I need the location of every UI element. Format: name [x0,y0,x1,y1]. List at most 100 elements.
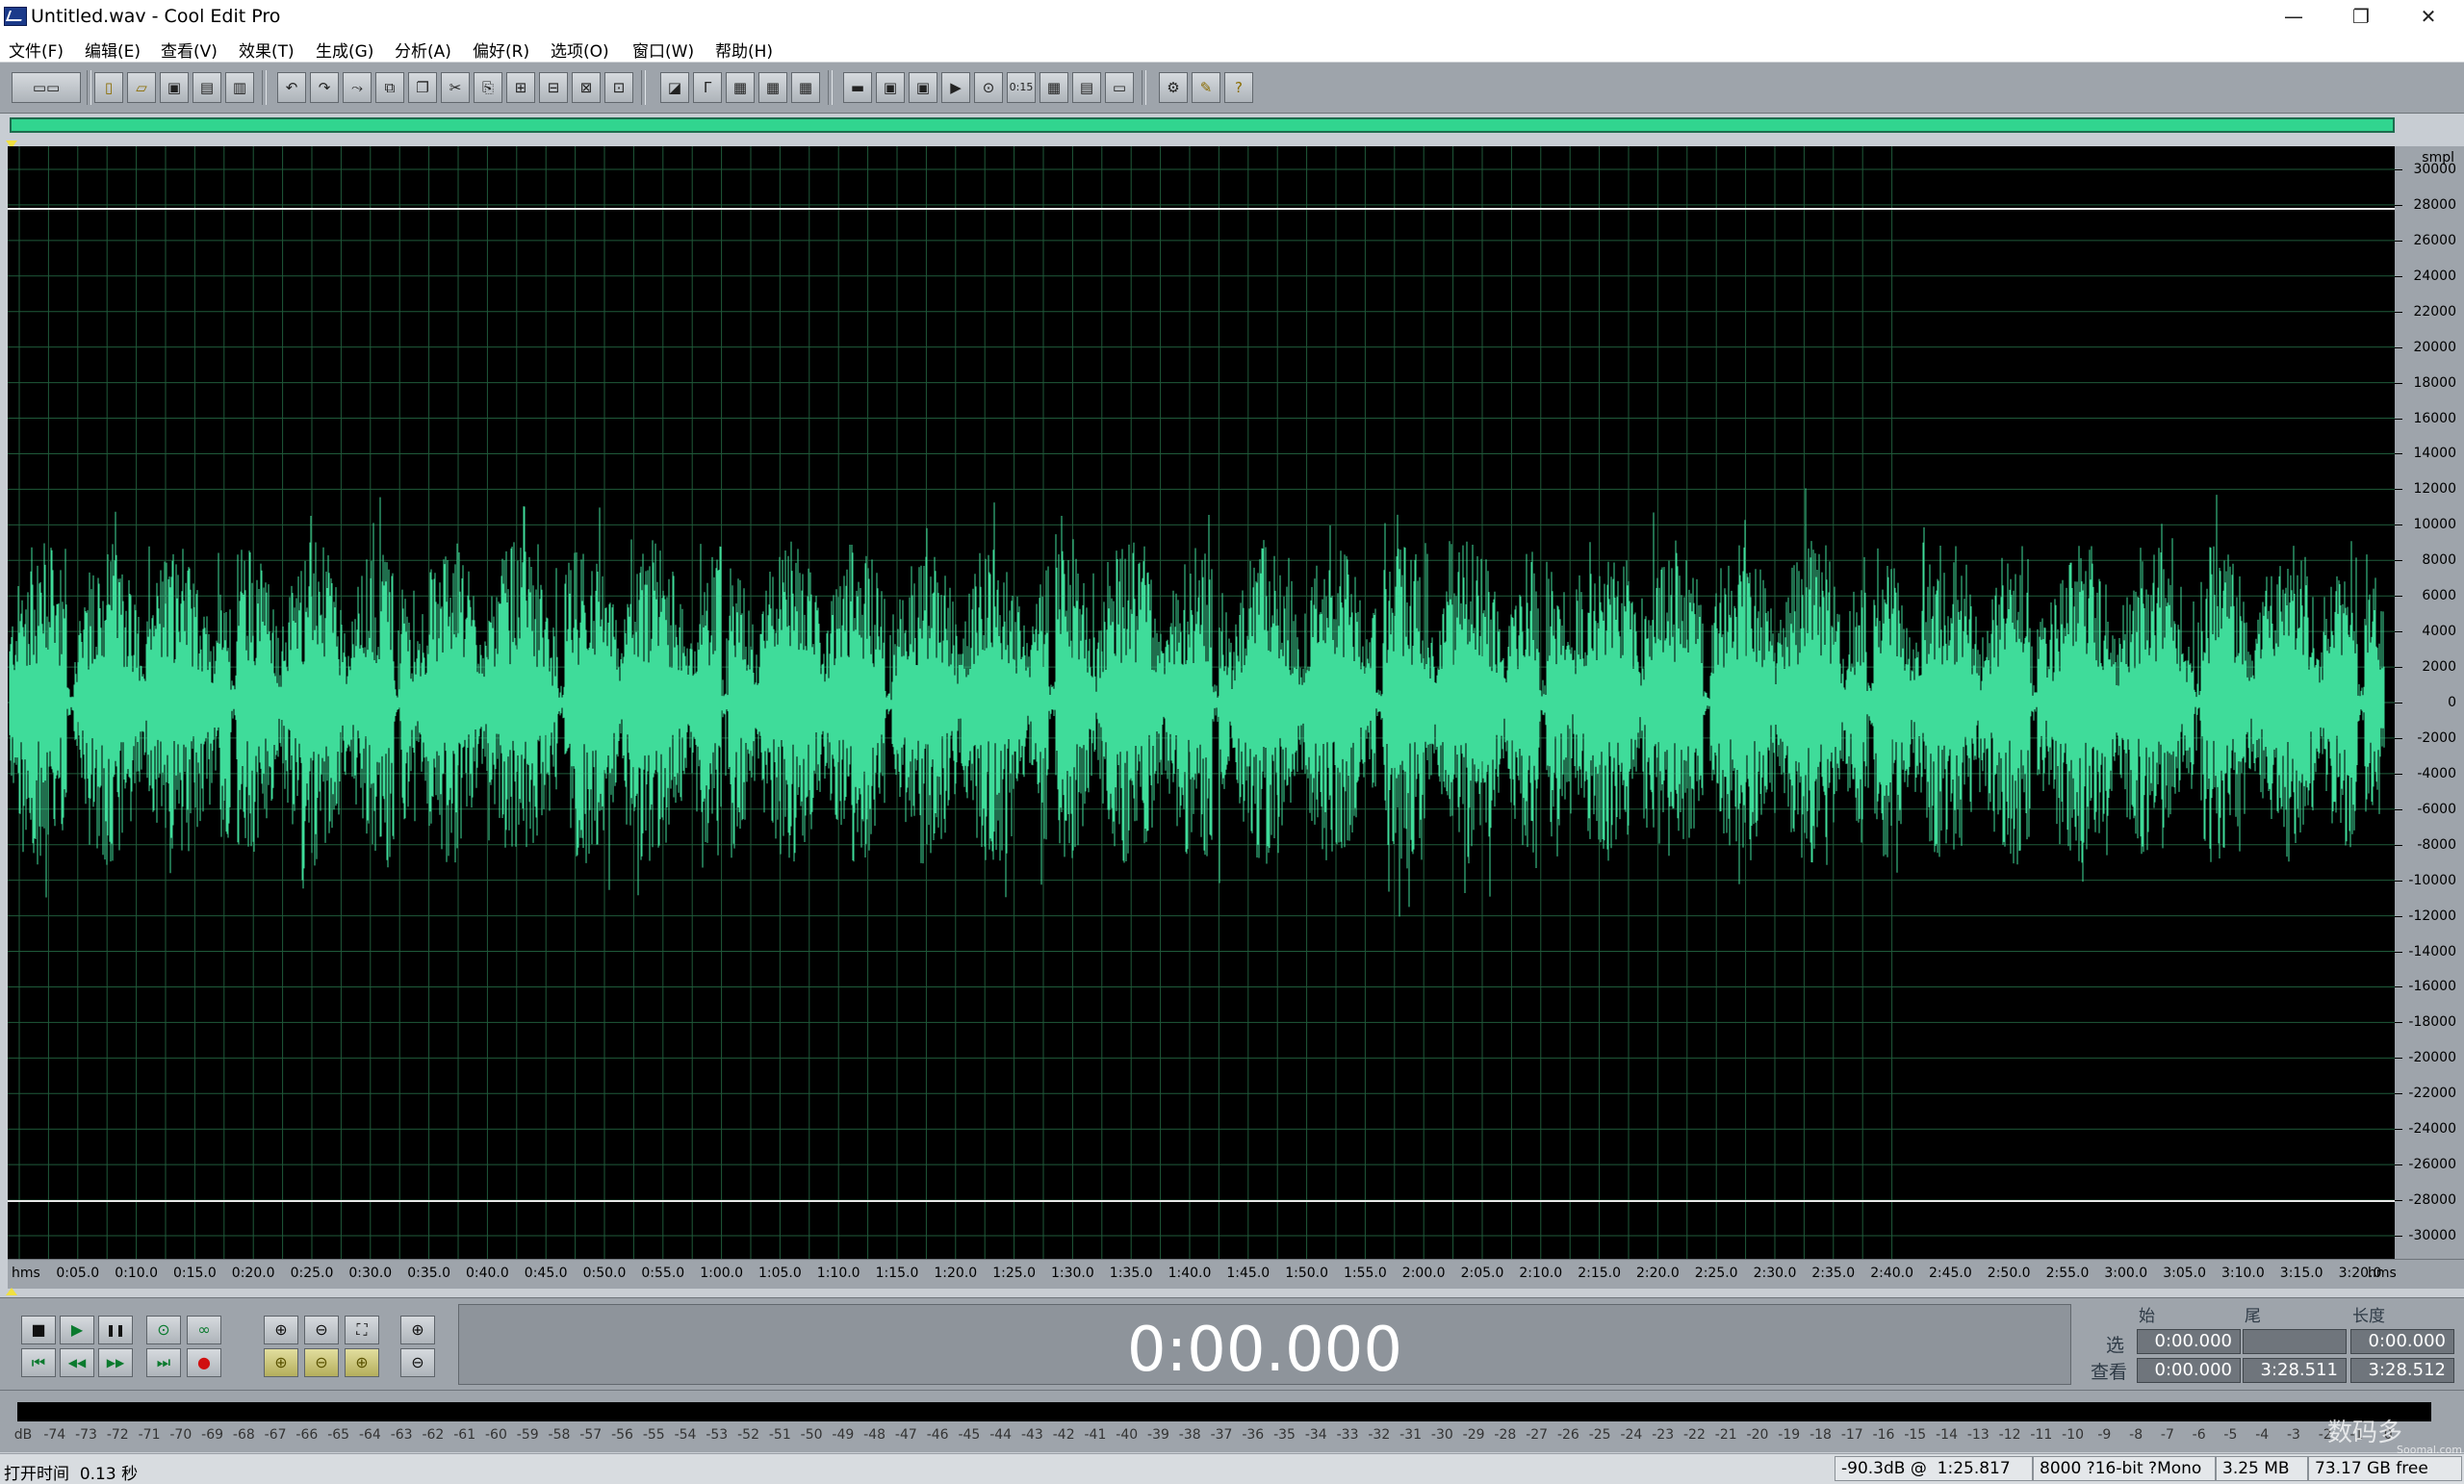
time-tick-label: 2:25.0 [1694,1266,1738,1281]
play-region-icon[interactable]: ▣ [909,72,937,103]
menu-help[interactable]: 帮助(H) [715,38,773,62]
go-to-end-button[interactable]: ⏭ [146,1348,181,1377]
zoom-in-vertical-button[interactable]: ⊕ [400,1316,435,1344]
mix-paste-icon[interactable]: ⊟ [539,72,568,103]
minimize-button[interactable]: — [2262,0,2325,33]
menu-options[interactable]: 选项(O) [551,38,609,62]
copy-new-icon[interactable]: ⧉ [375,72,404,103]
view-begin-field[interactable]: 0:00.000 [2137,1358,2241,1383]
rewind-button[interactable]: ◀◀ [60,1348,94,1377]
zoom-to-right-button[interactable]: ⊖ [304,1348,339,1377]
amplitude-label: 20000 [2413,339,2456,355]
view-end-field[interactable]: 3:28.511 [2243,1358,2347,1383]
cue-list-icon[interactable]: ▦ [1040,72,1068,103]
zoom-out-vertical-button[interactable]: ⊖ [400,1348,435,1377]
save-icon[interactable]: ▣ [160,72,189,103]
go-to-end-icon: ⏭ [156,1353,171,1371]
view-length-field[interactable]: 3:28.512 [2350,1358,2454,1383]
menu-effects[interactable]: 效果(T) [239,38,295,62]
amplitude-label: -8000 [2417,836,2456,853]
loop-icon: ∞ [197,1320,211,1339]
zoom-to-left-button[interactable]: ⊕ [264,1348,298,1377]
repeat-icon[interactable]: ⤳ [343,72,372,103]
amplitude-tick [2395,560,2402,562]
amplitude-label: -6000 [2417,801,2456,817]
time-tick-label: 3:05.0 [2163,1266,2206,1281]
overview-bar[interactable] [10,117,2395,133]
go-to-start-button[interactable]: ⏮ [21,1348,56,1377]
copy-icon[interactable]: ❐ [408,72,437,103]
zoom-full-button[interactable]: ⛶ [345,1316,379,1344]
settings-icon[interactable]: ⚙ [1159,72,1188,103]
waveform-display[interactable] [8,146,2395,1259]
end-marker-icon[interactable] [6,1288,17,1295]
close-file-icon[interactable]: ▥ [225,72,254,103]
db-tick-label: -36 [1242,1427,1265,1443]
amplitude-label: 16000 [2413,410,2456,426]
help-icon[interactable]: ? [1224,72,1253,103]
time-tick-label: 1:45.0 [1226,1266,1270,1281]
amplitude-label: 4000 [2422,624,2456,640]
menu-generate[interactable]: 生成(G) [316,38,373,62]
restore-button[interactable]: ❐ [2329,0,2393,33]
selection-end-field[interactable] [2243,1329,2347,1354]
loop-view-icon[interactable]: ▶ [941,72,970,103]
window-title: Untitled.wav - Cool Edit Pro [31,6,281,27]
playlist-icon[interactable]: ▭ [1105,72,1134,103]
script-icon[interactable]: ✎ [1192,72,1220,103]
amplitude-label: -16000 [2408,979,2456,995]
play-to-end-button[interactable]: ⊙ [146,1316,181,1344]
eq-icon[interactable]: Γ [693,72,722,103]
db-tick-label: -65 [327,1427,350,1443]
amplitude-tick [2395,1200,2402,1202]
redo-icon[interactable]: ↷ [310,72,339,103]
menu-favorites[interactable]: 偏好(R) [473,38,529,62]
stretch-icon[interactable]: ▦ [726,72,755,103]
waveform-svg[interactable] [8,146,2395,1259]
selection-begin-field[interactable]: 0:00.000 [2137,1329,2241,1354]
mode-switch-icon[interactable]: ▭▭ [12,72,81,103]
time-tick-label: 1:10.0 [816,1266,860,1281]
pause-button[interactable]: ❚❚ [98,1316,133,1344]
close-button[interactable]: ✕ [2397,0,2460,33]
zoom-in-horizontal-button[interactable]: ⊕ [264,1316,298,1344]
spectral-view-icon[interactable]: ▬ [843,72,872,103]
current-time: 0:00.000 [1126,1315,1403,1386]
zoom-out-horizontal-button[interactable]: ⊖ [304,1316,339,1344]
new-file-icon[interactable]: ▯ [94,72,123,103]
paste-new-icon[interactable]: ⊞ [506,72,535,103]
stop-button[interactable]: ■ [21,1316,56,1344]
undo-icon[interactable]: ↶ [277,72,306,103]
time-format-icon[interactable]: 0:15 [1007,72,1036,103]
toolbar-separator [87,70,91,105]
play-button[interactable]: ▶ [60,1316,94,1344]
amplitude-tick [2395,737,2402,739]
reverb-icon[interactable]: ▦ [791,72,820,103]
menu-file[interactable]: 文件(F) [9,38,64,62]
paste-icon[interactable]: ⎘ [474,72,502,103]
menu-edit[interactable]: 编辑(E) [85,38,141,62]
fast-forward-button[interactable]: ▶▶ [98,1348,133,1377]
db-tick-label: -19 [1778,1427,1801,1443]
crop-icon[interactable]: ⊠ [572,72,601,103]
waveform-view-icon[interactable]: ▣ [876,72,905,103]
toolbar-separator [1142,70,1146,105]
selection-length-field[interactable]: 0:00.000 [2350,1329,2454,1354]
menu-view[interactable]: 查看(V) [161,38,218,62]
noise-icon[interactable]: ▦ [758,72,787,103]
time-tick-label: 1:05.0 [757,1266,802,1281]
time-tick-label: 2:40.0 [1870,1266,1913,1281]
zoom-to-selection-button[interactable]: ⊕ [345,1348,379,1377]
open-file-icon[interactable]: ▱ [127,72,156,103]
menu-window[interactable]: 窗口(W) [632,38,694,62]
record-button[interactable]: ● [187,1348,221,1377]
marker-icon[interactable]: ▤ [1072,72,1101,103]
envelope-icon[interactable]: ◪ [660,72,689,103]
zoom-left-icon: ⊕ [274,1353,288,1371]
trim-icon[interactable]: ⊡ [604,72,633,103]
loop-button[interactable]: ∞ [187,1316,221,1344]
zoom-region-icon[interactable]: ⊙ [974,72,1003,103]
cut-icon[interactable]: ✂ [441,72,470,103]
menu-analyze[interactable]: 分析(A) [395,38,451,62]
save-as-icon[interactable]: ▤ [192,72,221,103]
